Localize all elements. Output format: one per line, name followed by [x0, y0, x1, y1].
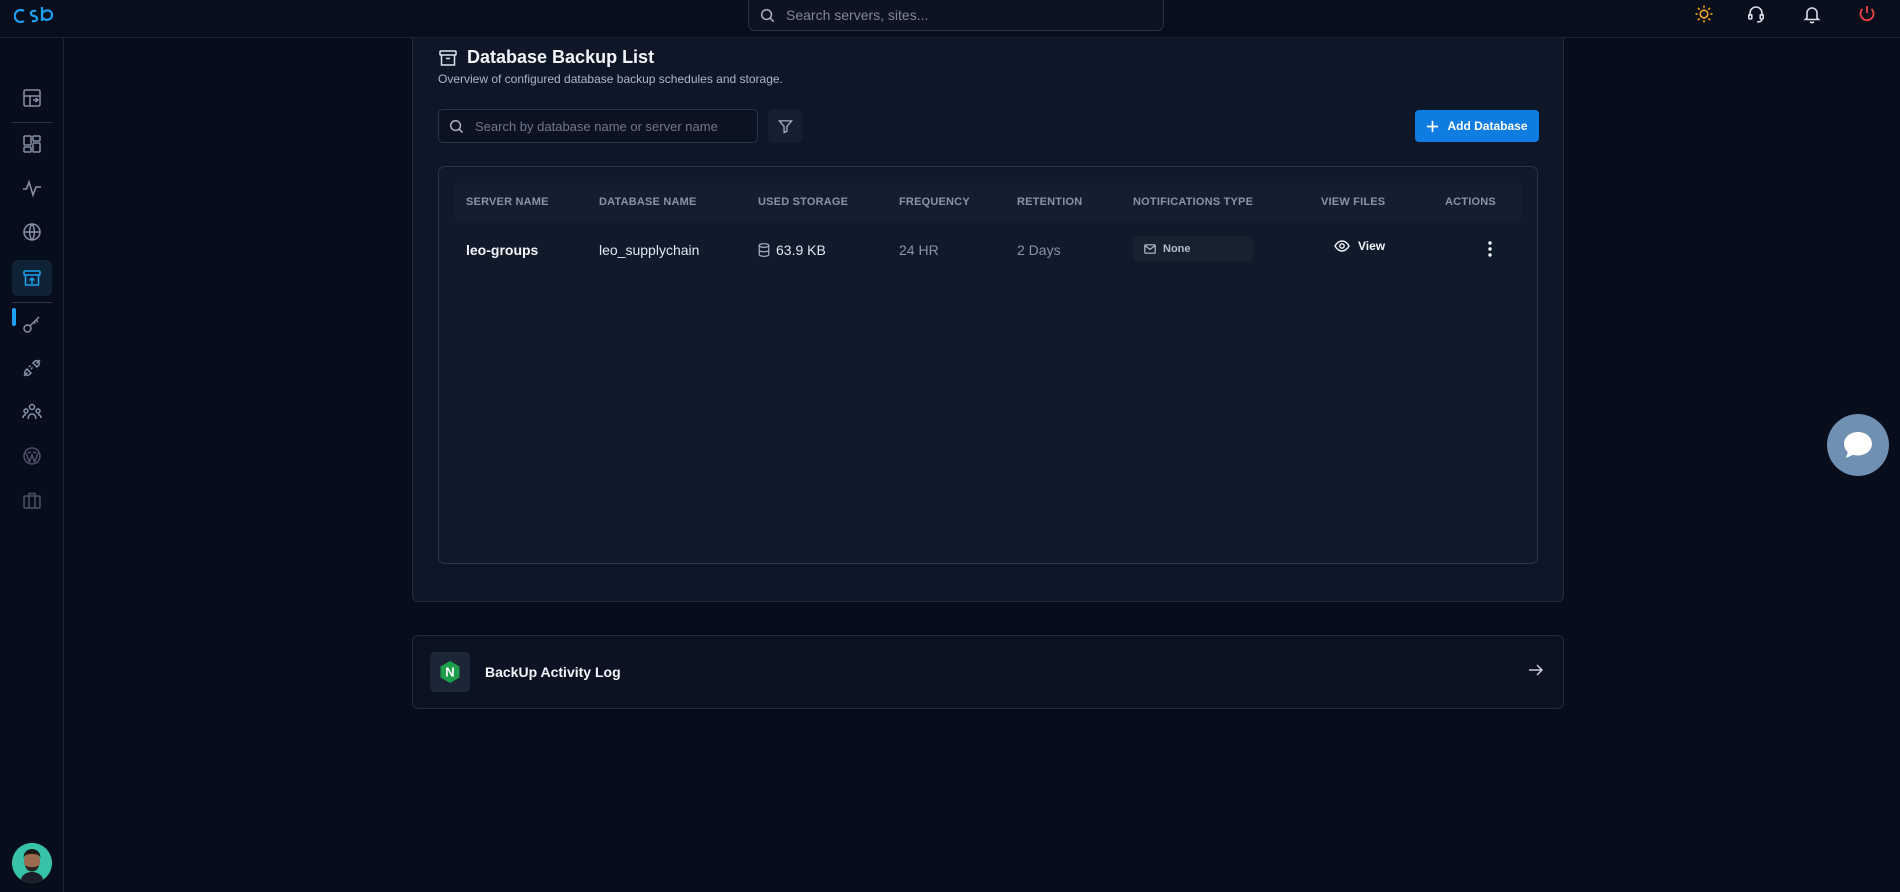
frequency-cell: 24 HR — [899, 242, 939, 258]
sidebar-item-keys[interactable] — [12, 306, 52, 342]
sidebar-item-team[interactable] — [12, 394, 52, 430]
plus-icon — [1426, 120, 1439, 133]
sun-icon[interactable] — [1692, 2, 1716, 26]
used-storage-cell: 63.9 KB — [758, 242, 826, 258]
row-actions-menu[interactable] — [1478, 237, 1502, 261]
filter-button[interactable] — [768, 109, 802, 143]
column-header[interactable]: USED STORAGE — [758, 196, 848, 208]
key-icon — [22, 314, 42, 334]
arrow-right-icon[interactable] — [1527, 661, 1545, 679]
global-search[interactable] — [748, 0, 1164, 31]
table-row[interactable]: leo-groups leo_supplychain 63.9 KB 24 HR… — [454, 223, 1522, 275]
page-title: Database Backup List — [467, 47, 655, 67]
archive-box-icon — [438, 48, 458, 68]
dashboard-switch-icon — [22, 88, 42, 108]
page-subtitle: Overview of configured database backup s… — [438, 72, 783, 86]
server-name-cell: leo-groups — [466, 242, 539, 258]
chat-widget-button[interactable] — [1827, 414, 1889, 476]
avatar[interactable] — [12, 843, 52, 883]
sidebar-item-integrations[interactable] — [12, 350, 52, 386]
table-header: SERVER NAME DATABASE NAME USED STORAGE F… — [454, 183, 1522, 221]
notifications-type-value: None — [1163, 243, 1191, 255]
briefcase-icon — [22, 490, 42, 510]
search-icon — [449, 119, 464, 134]
column-header[interactable]: VIEW FILES — [1321, 196, 1385, 208]
apps-grid-icon — [22, 134, 42, 154]
database-icon — [758, 243, 770, 257]
backup-archive-icon — [22, 268, 42, 288]
sidebar-item-domains[interactable] — [12, 214, 52, 250]
column-header[interactable]: DATABASE NAME — [599, 196, 697, 208]
sidebar-item-apps[interactable] — [12, 126, 52, 162]
column-header[interactable]: FREQUENCY — [899, 196, 970, 208]
plug-icon — [22, 358, 42, 378]
view-files-label: View — [1358, 239, 1386, 253]
retention-cell: 2 Days — [1017, 242, 1061, 258]
database-name-cell: leo_supplychain — [599, 242, 700, 258]
add-database-label: Add Database — [1447, 119, 1528, 133]
top-bar — [0, 0, 1900, 38]
backup-table: SERVER NAME DATABASE NAME USED STORAGE F… — [438, 166, 1538, 564]
activity-pulse-icon — [22, 178, 42, 198]
database-search-input[interactable] — [473, 117, 733, 135]
logo[interactable] — [14, 3, 58, 25]
sidebar-divider — [12, 122, 52, 123]
filter-icon — [777, 119, 793, 134]
sidebar — [0, 38, 64, 892]
wordpress-icon — [22, 446, 42, 466]
sidebar-item-activity[interactable] — [12, 170, 52, 206]
backup-activity-log-card[interactable]: N BackUp Activity Log — [412, 635, 1564, 709]
sidebar-item-backups[interactable] — [12, 260, 52, 296]
global-search-input[interactable] — [784, 6, 1124, 24]
database-search[interactable] — [438, 109, 758, 143]
globe-icon — [22, 222, 42, 242]
chat-bubble-icon — [1842, 430, 1874, 460]
view-files-button[interactable]: View — [1334, 239, 1385, 253]
search-icon — [760, 8, 775, 23]
sidebar-divider — [12, 302, 52, 303]
used-storage-value: 63.9 KB — [776, 242, 826, 258]
activity-log-title: BackUp Activity Log — [485, 664, 621, 680]
more-vertical-icon — [1488, 241, 1492, 257]
notifications-type-badge: None — [1133, 236, 1253, 262]
team-users-icon — [22, 402, 42, 422]
sidebar-item-wordpress[interactable] — [12, 438, 52, 474]
column-header[interactable]: RETENTION — [1017, 196, 1082, 208]
support-headset-icon[interactable] — [1744, 2, 1768, 26]
sidebar-item-dashboard-switch[interactable] — [12, 80, 52, 116]
sidebar-item-briefcase[interactable] — [12, 482, 52, 518]
database-backup-card: Database Backup List Overview of configu… — [412, 38, 1564, 602]
nginx-badge-icon: N — [430, 652, 470, 692]
mail-icon — [1144, 244, 1156, 254]
power-icon[interactable] — [1855, 2, 1879, 26]
eye-icon — [1334, 240, 1350, 252]
column-header[interactable]: ACTIONS — [1445, 196, 1496, 208]
badge-letter: N — [445, 665, 454, 680]
column-header[interactable]: NOTIFICATIONS TYPE — [1133, 196, 1253, 208]
add-database-button[interactable]: Add Database — [1415, 110, 1539, 142]
bell-icon[interactable] — [1800, 2, 1824, 26]
column-header[interactable]: SERVER NAME — [466, 196, 549, 208]
